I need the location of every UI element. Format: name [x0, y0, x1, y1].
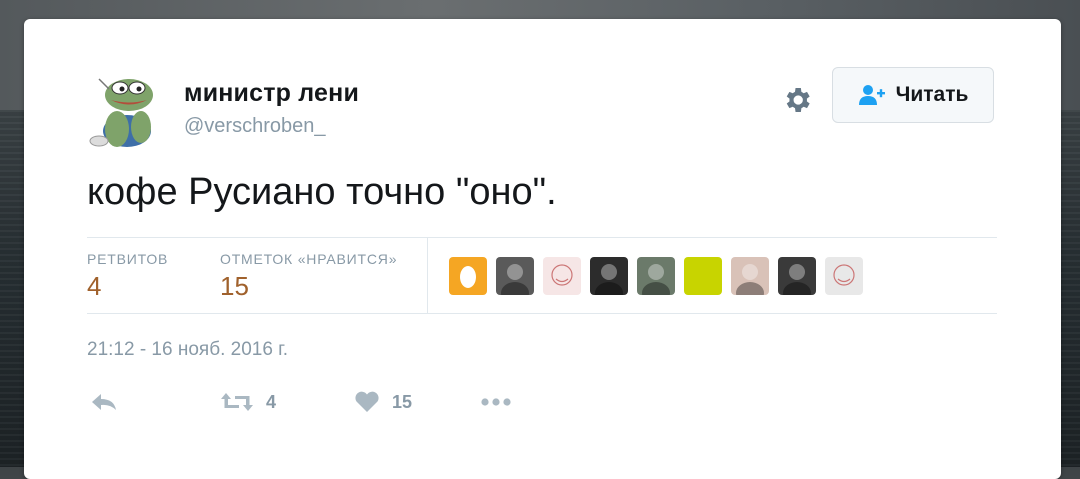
sketch-avatar-icon [551, 264, 573, 286]
reply-icon [92, 394, 116, 410]
follow-button[interactable]: Читать [832, 67, 994, 123]
liker-avatar[interactable] [543, 257, 581, 295]
follow-button-label: Читать [895, 83, 969, 106]
likes-count[interactable]: 15 [220, 271, 249, 302]
avatar[interactable] [87, 69, 167, 149]
reply-button[interactable] [90, 391, 118, 413]
photo-avatar-icon [642, 264, 670, 295]
more-dots-icon [481, 398, 511, 406]
liker-avatar[interactable] [449, 257, 487, 295]
tweet-card: министр лени @verschroben_ Читать кофе Р… [24, 19, 1061, 479]
photo-avatar-icon [501, 264, 529, 295]
divider-bottom [87, 313, 997, 314]
divider-top [87, 237, 997, 238]
gear-icon[interactable] [781, 84, 813, 116]
photo-avatar-icon [736, 264, 764, 295]
like-button[interactable]: 15 [354, 391, 412, 413]
liker-avatar[interactable] [496, 257, 534, 295]
like-count: 15 [392, 391, 413, 412]
retweet-count: 4 [266, 391, 277, 412]
retweets-label[interactable]: РЕТВИТОВ [87, 251, 168, 267]
tweet-text: кофе Русиано точно "оно". [87, 171, 557, 213]
likes-label[interactable]: ОТМЕТОК «НРАВИТСЯ» [220, 251, 397, 267]
stats-divider [427, 237, 428, 313]
timestamp[interactable]: 21:12 - 16 нояб. 2016 г. [87, 339, 288, 361]
add-user-icon [858, 85, 885, 105]
retweet-button[interactable]: 4 [220, 391, 276, 413]
liker-avatar[interactable] [731, 257, 769, 295]
liker-avatar[interactable] [825, 257, 863, 295]
more-button[interactable] [480, 391, 512, 413]
solid-avatar-icon [684, 257, 722, 295]
frog-avatar-icon [87, 69, 167, 149]
display-name[interactable]: министр лени [184, 79, 359, 108]
photo-avatar-icon [783, 264, 811, 295]
liker-avatars [449, 257, 863, 295]
user-handle[interactable]: @verschroben_ [184, 115, 325, 138]
sketch-avatar-icon [833, 264, 855, 286]
retweet-icon [221, 393, 253, 411]
liker-avatar[interactable] [778, 257, 816, 295]
liker-avatar[interactable] [590, 257, 628, 295]
liker-avatar[interactable] [637, 257, 675, 295]
egg-avatar-icon [460, 266, 476, 288]
photo-avatar-icon [595, 264, 623, 295]
heart-icon [355, 391, 379, 412]
liker-avatar[interactable] [684, 257, 722, 295]
retweets-count[interactable]: 4 [87, 271, 101, 302]
